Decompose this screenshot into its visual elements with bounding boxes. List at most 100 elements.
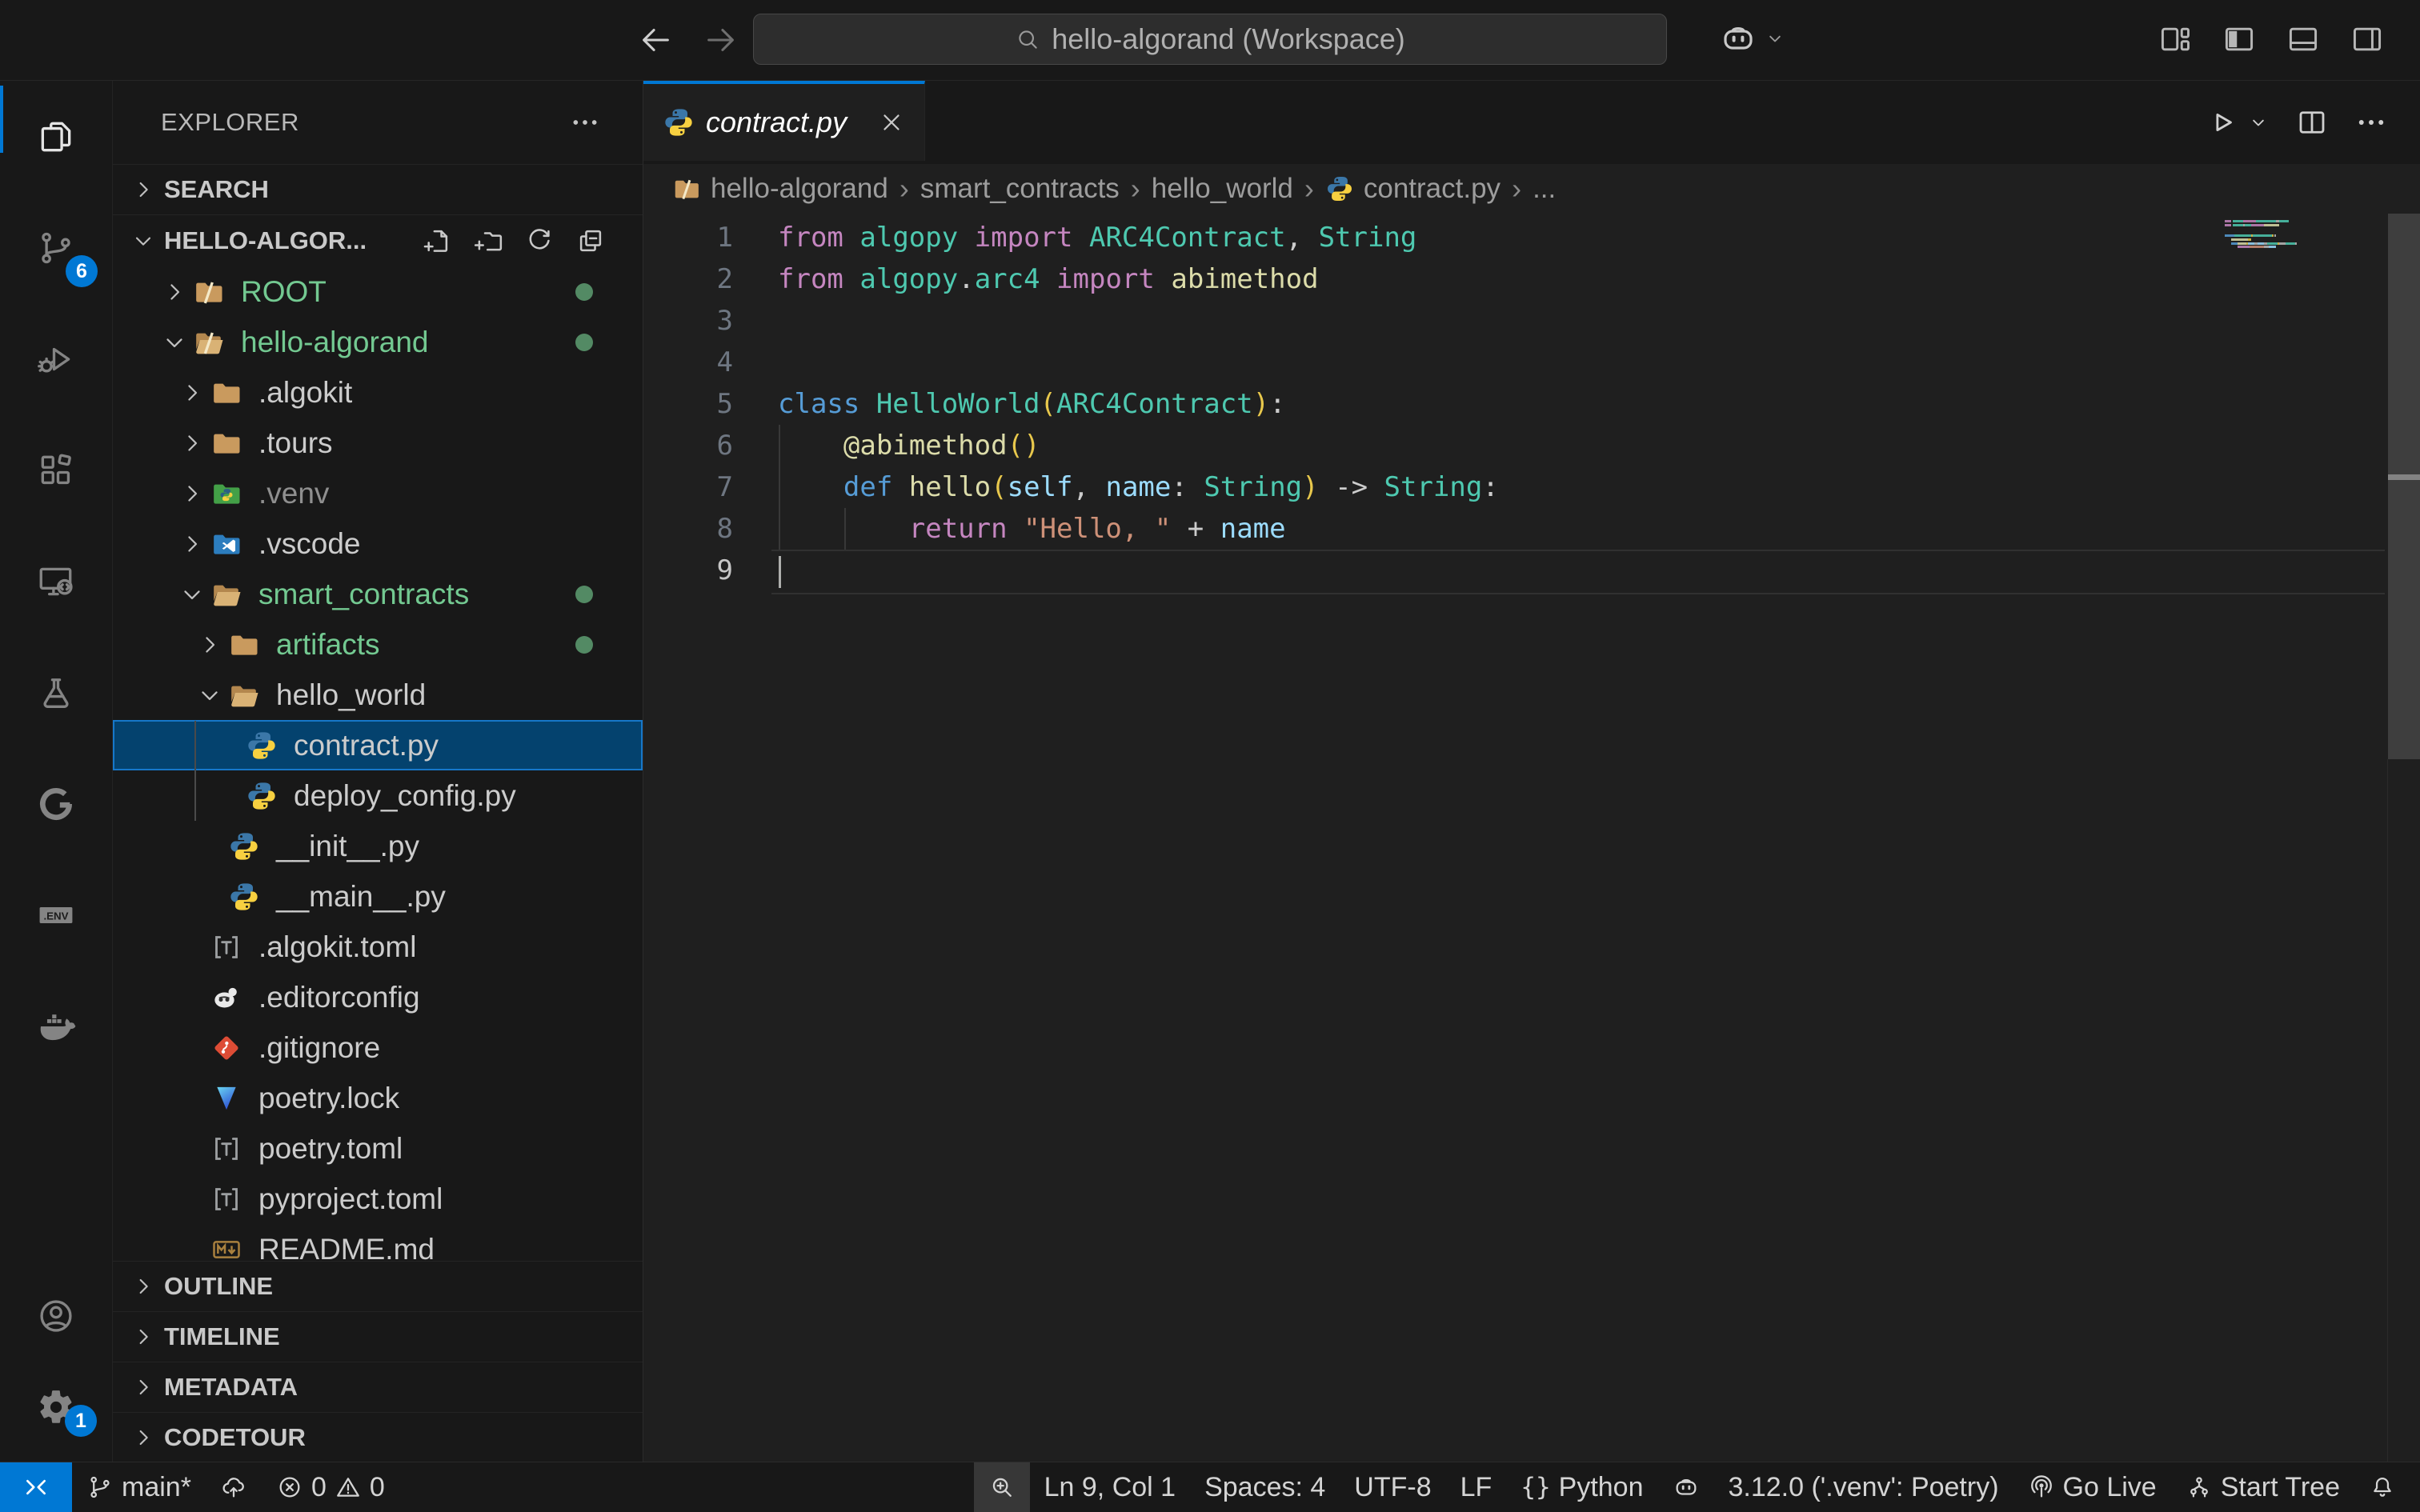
scrollbar-slider[interactable] [2388,214,2420,759]
sidebar-title: EXPLORER [161,108,299,137]
status-part-label: 0 [311,1472,327,1503]
status-cursor-position[interactable]: Ln 9, Col 1 [1030,1462,1190,1512]
breadcrumb-item-smart-contracts[interactable]: smart_contracts [920,173,1120,205]
forward-icon[interactable] [703,22,739,58]
status-python-interpreter[interactable]: 3.12.0 ('.venv': Poetry) [1714,1462,2013,1512]
activity-item-dotenv[interactable]: .ENV [0,859,112,970]
tree-item-deploy-config-py[interactable]: deploy_config.py [113,770,643,821]
tree-item-hello-world[interactable]: hello_world [113,670,643,720]
workspace-actions [422,226,643,256]
tree-item-smart-contracts[interactable]: smart_contracts [113,569,643,619]
ellipsis-icon[interactable] [2354,106,2388,139]
status-encoding[interactable]: UTF-8 [1340,1462,1445,1512]
status-indentation[interactable]: Spaces: 4 [1190,1462,1340,1512]
tree-item-readme-md[interactable]: README.md [113,1224,643,1261]
back-icon[interactable] [637,22,674,58]
workbench: 6 .ENV 1 EXPLORER SEARCH HELLO-ALGOR... RO… [0,81,2420,1462]
activity-item-algokit[interactable] [0,748,112,859]
activity-item-testing[interactable] [0,637,112,748]
tab-bar: contract.py [643,81,2420,164]
gitignore-icon [210,1032,242,1064]
tree-item-poetry-toml[interactable]: poetry.toml [113,1123,643,1174]
tree-item-label: .algokit.toml [258,930,416,964]
more-actions-icon[interactable] [569,106,601,138]
activity-item-extensions[interactable] [0,414,112,526]
status-copilot[interactable] [1658,1462,1714,1512]
section-codetour[interactable]: CODETOUR [113,1412,643,1462]
breadcrumb-item-hello-world[interactable]: hello_world [1152,173,1293,205]
section-outline[interactable]: OUTLINE [113,1261,643,1311]
customize-layout-icon[interactable] [2158,22,2193,57]
tree-item--tours[interactable]: .tours [113,418,643,468]
status-publish[interactable] [206,1462,262,1512]
minimap-line [2250,246,2264,248]
activity-item-remote-explorer[interactable] [0,526,112,637]
tree-item--algokit-toml[interactable]: .algokit.toml [113,922,643,972]
breadcrumb-item-contract-py[interactable]: contract.py [1325,173,1500,205]
status-label: Spaces: 4 [1204,1472,1325,1503]
status-branch[interactable]: main* [72,1462,206,1512]
new-file-icon[interactable] [422,226,452,256]
new-folder-icon[interactable] [473,226,503,256]
toml-icon [210,1183,242,1215]
tree-item--gitignore[interactable]: .gitignore [113,1022,643,1073]
activity-item-run-and-debug[interactable] [0,303,112,414]
git-change-dot [575,636,593,654]
activity-item-source-control[interactable]: 6 [0,192,112,303]
tree-item-hello-algorand[interactable]: hello-algorand [113,317,643,367]
refresh-icon[interactable] [524,226,555,256]
status-eol[interactable]: LF [1446,1462,1507,1512]
status-notifications[interactable] [2354,1462,2410,1512]
error-icon [276,1474,303,1501]
tree-item-poetry-lock[interactable]: poetry.lock [113,1073,643,1123]
layout-sidebar-right-icon[interactable] [2350,22,2385,57]
command-center[interactable]: hello-algorand (Workspace) [753,14,1667,65]
markdown-icon [210,1234,242,1262]
chevron-right-icon [178,480,206,507]
layout-sidebar-icon[interactable] [2222,22,2257,57]
status-start-tree[interactable]: Start Tree [2171,1462,2354,1512]
section-metadata[interactable]: METADATA [113,1362,643,1412]
status-remote[interactable] [0,1462,72,1512]
tree-item-label: __main__.py [276,880,446,914]
tree-item-artifacts[interactable]: artifacts [113,619,643,670]
split-editor-icon[interactable] [2295,106,2329,139]
status-part: 0 [311,1472,327,1503]
activity-item-settings[interactable]: 1 [0,1362,111,1453]
tree-item--venv[interactable]: .venv [113,468,643,518]
chevron-down-small-icon[interactable] [2247,111,2270,134]
tree-item--editorconfig[interactable]: .editorconfig [113,972,643,1022]
copilot-menu[interactable] [1719,19,1786,58]
tree-item--main-py[interactable]: __main__.py [113,871,643,922]
tree-item--vscode[interactable]: .vscode [113,518,643,569]
tree-item-contract-py[interactable]: contract.py [113,720,643,770]
activity-item-accounts[interactable] [0,1270,111,1362]
activity-bar-bottom: 1 [0,1270,111,1453]
tree-item-pyproject-toml[interactable]: pyproject.toml [113,1174,643,1224]
activity-item-explorer[interactable] [0,81,112,192]
breadcrumb-item-hello-algorand[interactable]: hello-algorand [672,173,888,205]
close-icon[interactable] [878,109,905,136]
section-search[interactable]: SEARCH [113,164,643,214]
status-problems[interactable]: 00 [262,1462,399,1512]
breadcrumb-item--[interactable]: ... [1533,173,1556,205]
tree-item-root[interactable]: ROOT [113,266,643,317]
play-icon[interactable] [2206,106,2239,139]
section-search-label: SEARCH [164,175,269,204]
section-timeline[interactable]: TIMELINE [113,1311,643,1362]
tree-item--init-py[interactable]: __init__.py [113,821,643,871]
status-language-mode[interactable]: {}Python [1506,1462,1657,1512]
tab-contract-py[interactable]: contract.py [643,81,925,161]
tree-item--algokit[interactable]: .algokit [113,367,643,418]
collapse-all-icon[interactable] [575,226,606,256]
layout-panel-icon[interactable] [2286,22,2321,57]
status-label: Ln 9, Col 1 [1044,1472,1176,1503]
minimap[interactable] [2225,220,2377,284]
status-go-live[interactable]: Go Live [2013,1462,2171,1512]
status-zoom-indicator[interactable] [974,1462,1030,1512]
code-editor[interactable]: 123456789 from algopy import ARC4Contrac… [643,214,2420,1462]
activity-item-docker[interactable] [0,970,112,1082]
section-workspace[interactable]: HELLO-ALGOR... [113,214,643,266]
python-icon [663,106,695,138]
debug-icon [36,339,76,379]
